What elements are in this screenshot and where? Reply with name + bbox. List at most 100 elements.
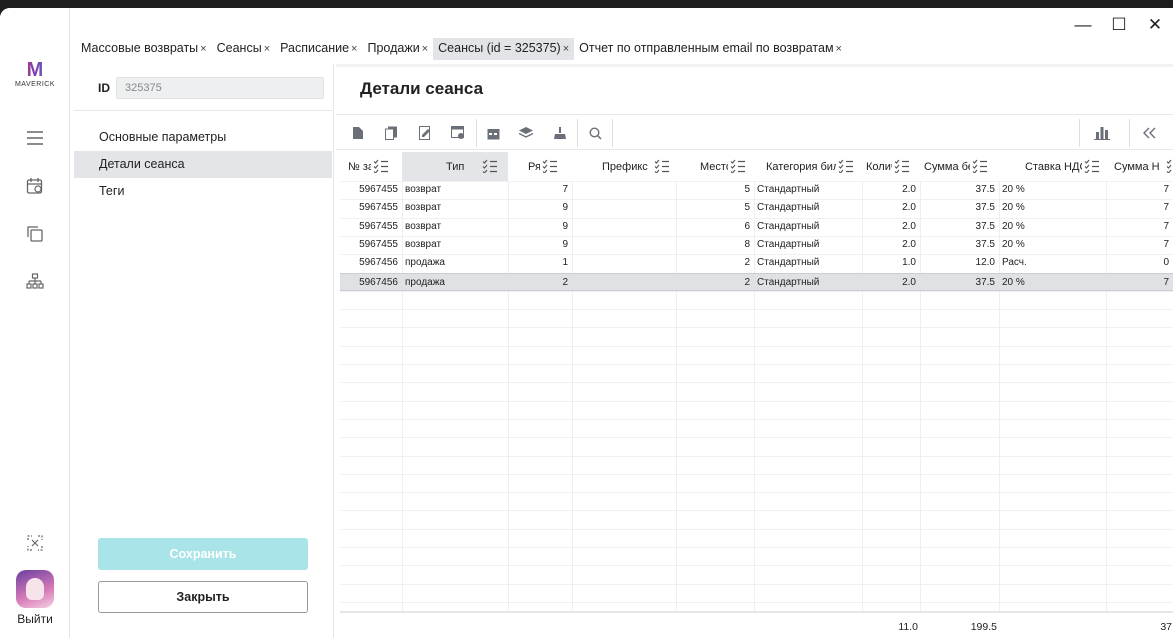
tab-close-icon[interactable]: × xyxy=(563,43,569,55)
chart-icon[interactable] xyxy=(1093,124,1111,142)
column-header-quantity[interactable]: Колич xyxy=(862,152,920,181)
column-header-seat[interactable]: Место xyxy=(676,152,754,181)
column-filter-icon[interactable] xyxy=(730,159,746,174)
cell-row: 9 xyxy=(562,238,568,250)
cell-row: 7 xyxy=(562,184,568,195)
cell-ticket-category: Стандартный xyxy=(757,220,820,232)
nav-item-main-params[interactable]: Основные параметры xyxy=(74,124,332,151)
collapse-icon[interactable] xyxy=(1140,124,1158,142)
tab-label: Отчет по отправленным email по возвратам xyxy=(579,41,834,55)
exit-fullscreen-icon[interactable] xyxy=(23,531,47,555)
cell-seat: 5 xyxy=(744,202,750,214)
tab-sessions[interactable]: Сеансы × xyxy=(212,38,276,60)
tab-session-detail[interactable]: Сеансы (id = 325375) × xyxy=(433,38,575,60)
copy-icon[interactable] xyxy=(23,222,47,246)
column-filter-icon[interactable] xyxy=(542,159,558,174)
table-row[interactable]: 5967456 продажа 1 2 Стандартный 1.0 12.0 Расч. 0 xyxy=(340,254,1173,272)
cell-order-no: 5967456 xyxy=(359,257,398,269)
menu-icon[interactable] xyxy=(23,126,47,150)
table-row[interactable]: 5967455 возврат 9 6 Стандартный 2.0 37.5 20 % 7 xyxy=(340,218,1173,236)
tab-mass-returns[interactable]: Массовые возвраты × xyxy=(76,38,212,60)
grid-row-line xyxy=(340,327,1173,329)
column-filter-icon[interactable] xyxy=(1084,159,1100,174)
cell-ticket-category: Стандартный xyxy=(757,184,820,195)
tab-close-icon[interactable]: × xyxy=(200,43,206,55)
grid-row-line xyxy=(340,418,1173,420)
search-icon[interactable] xyxy=(586,124,604,142)
column-filter-icon[interactable] xyxy=(838,159,854,174)
tab-close-icon[interactable]: × xyxy=(264,43,270,55)
cell-row: 9 xyxy=(562,202,568,214)
minimize-icon[interactable]: — xyxy=(1065,12,1101,38)
column-header-order-no[interactable]: № за xyxy=(340,152,402,181)
nav-item-tags[interactable]: Теги xyxy=(74,178,332,205)
cell-quantity: 2.0 xyxy=(902,202,916,214)
cell-seat: 8 xyxy=(744,238,750,250)
edit-document-icon[interactable] xyxy=(416,124,434,142)
toolbar-divider xyxy=(1129,119,1130,147)
grid-row-line xyxy=(340,309,1173,311)
table-row[interactable]: 5967455 возврат 9 5 Стандартный 2.0 37.5 20 % 7 xyxy=(340,199,1173,217)
tab-schedule[interactable]: Расписание × xyxy=(275,38,362,60)
nav-item-session-details[interactable]: Детали сеанса xyxy=(74,151,332,178)
tab-email-report[interactable]: Отчет по отправленным email по возвратам… xyxy=(574,38,847,60)
main-panel: Детали сеанса № за Тип Ря Префикс Место Катег… xyxy=(336,64,1173,638)
layers-icon[interactable] xyxy=(517,124,535,142)
column-filter-icon[interactable] xyxy=(972,159,988,174)
total-sum-vat: 37 xyxy=(1160,621,1172,633)
column-filter-icon[interactable] xyxy=(654,159,670,174)
close-button[interactable]: Закрыть xyxy=(98,581,308,613)
cell-type: возврат xyxy=(405,220,442,232)
table-row[interactable]: 5967456 продажа 2 2 Стандартный 2.0 37.5 20 % 7 xyxy=(340,272,1173,291)
tab-label: Массовые возвраты xyxy=(81,41,199,55)
cell-sum-vat: 7 xyxy=(1163,220,1169,232)
tab-close-icon[interactable]: × xyxy=(351,43,357,55)
id-field[interactable]: 325375 xyxy=(116,77,324,99)
cell-sum-vat: 0 xyxy=(1163,257,1169,269)
column-header-sum-vat[interactable]: Сумма Н xyxy=(1106,152,1173,181)
column-header-sum-no-vat[interactable]: Сумма без xyxy=(920,152,999,181)
cell-quantity: 2.0 xyxy=(902,238,916,250)
table-row[interactable]: 5967455 возврат 7 5 Стандартный 2.0 37.5 20 % 7 xyxy=(340,181,1173,199)
cell-row: 1 xyxy=(562,257,568,269)
save-button[interactable]: Сохранить xyxy=(98,538,308,570)
tab-close-icon[interactable]: × xyxy=(422,43,428,55)
delete-document-icon[interactable] xyxy=(449,124,467,142)
column-header-label: Ря xyxy=(528,160,540,173)
cell-seat: 6 xyxy=(744,220,750,232)
column-header-ticket-category[interactable]: Категория биле xyxy=(754,152,862,181)
cell-ticket-category: Стандартный xyxy=(757,257,820,269)
column-filter-icon[interactable] xyxy=(373,159,389,174)
tab-label: Расписание xyxy=(280,41,350,55)
column-header-prefix[interactable]: Префикс xyxy=(572,152,676,181)
cell-ticket-category: Стандартный xyxy=(757,238,820,250)
clear-icon[interactable] xyxy=(551,124,569,142)
grid-footer: 11.0 199.5 37 xyxy=(340,612,1173,638)
tab-close-icon[interactable]: × xyxy=(836,43,842,55)
maximize-icon[interactable]: ☐ xyxy=(1101,12,1137,38)
calendar-icon[interactable] xyxy=(484,124,502,142)
column-header-label: Префикс xyxy=(602,160,648,173)
toolbar-divider xyxy=(476,119,477,147)
column-header-vat-rate[interactable]: Ставка НДС xyxy=(999,152,1106,181)
cell-row: 9 xyxy=(562,220,568,232)
column-header-type[interactable]: Тип xyxy=(402,152,508,181)
hierarchy-icon[interactable] xyxy=(23,270,47,294)
column-filter-icon[interactable] xyxy=(482,159,498,174)
column-header-row[interactable]: Ря xyxy=(508,152,572,181)
column-filter-icon[interactable] xyxy=(1166,159,1173,174)
logout-button[interactable]: Выйти xyxy=(0,612,70,626)
close-window-icon[interactable]: ✕ xyxy=(1137,12,1173,38)
calendar-clock-icon[interactable] xyxy=(23,174,47,198)
avatar[interactable] xyxy=(16,570,54,608)
column-filter-icon[interactable] xyxy=(894,159,910,174)
table-row[interactable]: 5967455 возврат 9 8 Стандартный 2.0 37.5 20 % 7 xyxy=(340,236,1173,254)
cell-quantity: 2.0 xyxy=(902,276,916,288)
grid-row-line xyxy=(340,437,1173,439)
cell-seat: 2 xyxy=(744,257,750,269)
tab-sales[interactable]: Продажи × xyxy=(362,38,433,60)
copy-document-icon[interactable] xyxy=(382,124,400,142)
new-document-icon[interactable] xyxy=(349,124,367,142)
cell-type: возврат xyxy=(405,238,442,250)
cell-ticket-category: Стандартный xyxy=(757,276,820,288)
